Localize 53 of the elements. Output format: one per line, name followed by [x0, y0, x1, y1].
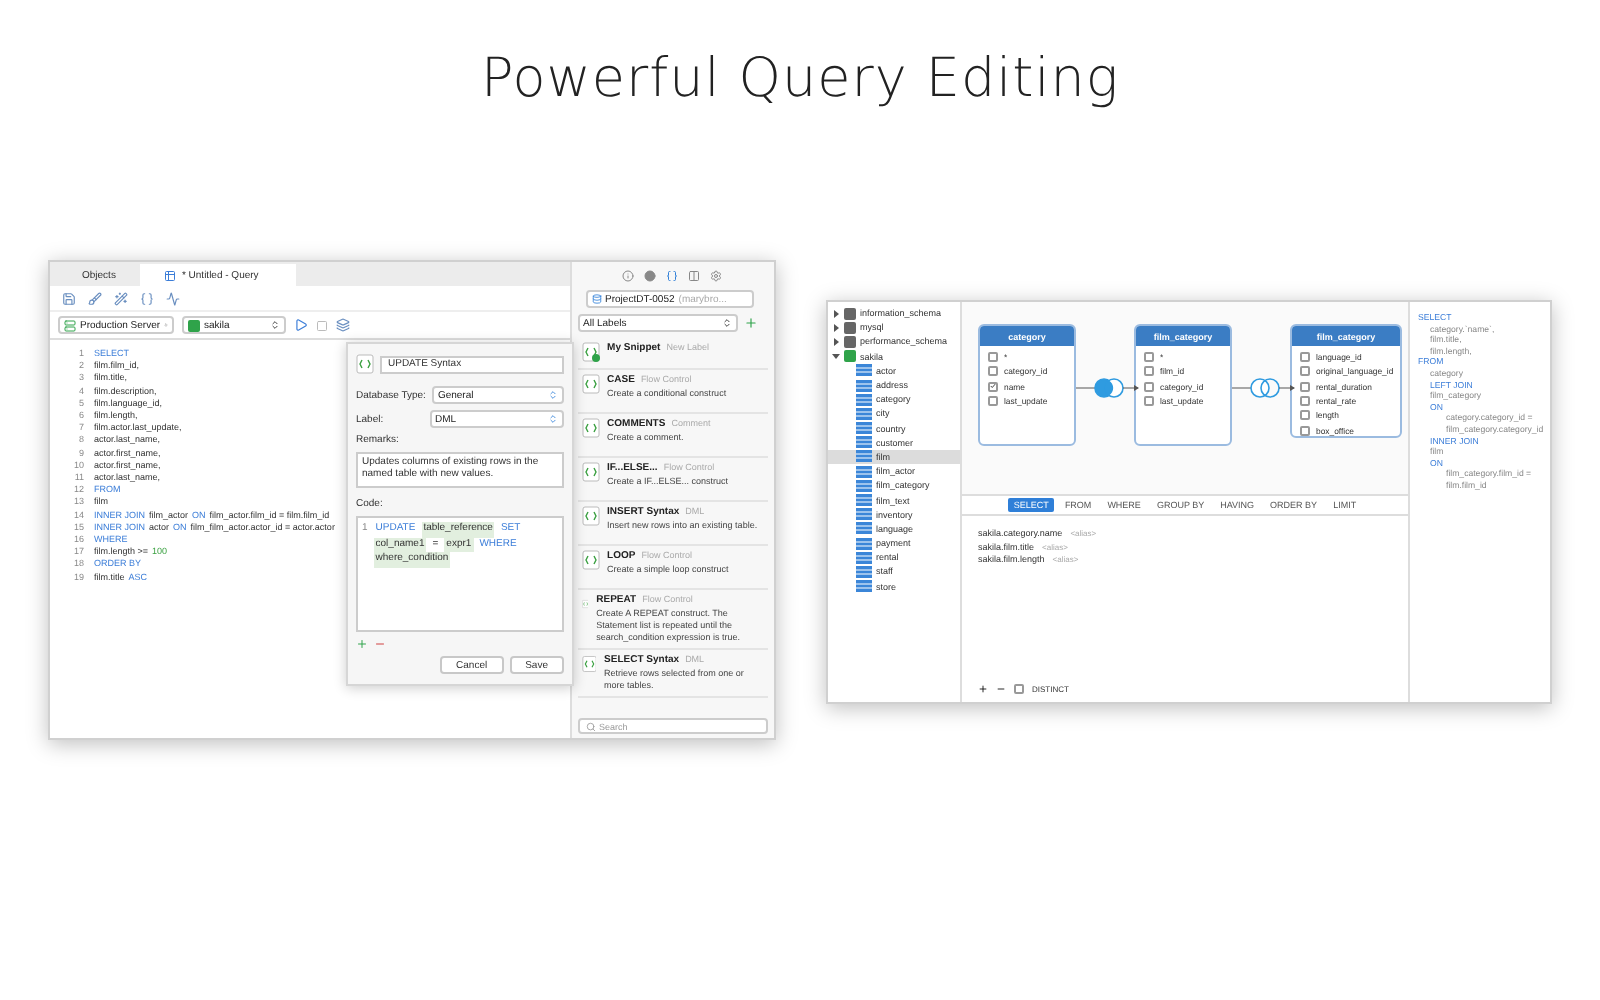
column-checkbox[interactable]	[1144, 366, 1154, 377]
column-checkbox[interactable]	[988, 396, 998, 407]
settings-icon[interactable]	[710, 270, 723, 282]
info-icon[interactable]	[622, 270, 635, 282]
snippet-icon	[581, 506, 600, 526]
column-checkbox[interactable]	[988, 366, 998, 377]
project-icon	[591, 294, 602, 304]
add-icon[interactable]	[978, 683, 988, 693]
remove-icon[interactable]	[374, 638, 386, 650]
distinct-checkbox[interactable]	[1014, 683, 1024, 693]
column-checkbox[interactable]	[1144, 396, 1154, 407]
stop-icon[interactable]	[316, 319, 328, 331]
snippet-icon	[581, 374, 600, 394]
wand-icon[interactable]	[114, 291, 128, 305]
circle-icon[interactable]	[644, 270, 657, 282]
headline: Powerful Query Editing	[480, 48, 1120, 112]
column-checkbox[interactable]	[1144, 352, 1154, 363]
column-checkbox[interactable]	[988, 352, 998, 363]
connector-line	[1232, 387, 1252, 389]
braces-icon[interactable]	[140, 291, 154, 305]
left-join-icon[interactable]	[1094, 378, 1124, 398]
server-icon	[64, 319, 76, 331]
remove-icon[interactable]	[996, 683, 1006, 693]
search-icon	[585, 721, 596, 731]
expanded-caret-icon[interactable]	[832, 352, 840, 361]
column-checkbox[interactable]	[1300, 366, 1310, 377]
columns-icon[interactable]	[688, 270, 701, 282]
snippet-icon	[581, 550, 600, 570]
snippet-icon	[581, 654, 597, 674]
column-checkbox[interactable]	[1300, 410, 1310, 421]
connector-line	[1076, 387, 1096, 389]
database-icon	[188, 319, 200, 331]
column-checkbox[interactable]	[1144, 381, 1154, 392]
query-icon	[163, 269, 176, 281]
layers-icon[interactable]	[336, 318, 350, 332]
column-checkbox[interactable]	[1300, 425, 1310, 436]
explain-icon[interactable]	[166, 291, 180, 305]
snippet-icon	[356, 354, 374, 374]
snippet-icon	[581, 462, 600, 482]
column-checkbox[interactable]	[988, 381, 998, 392]
inner-join-icon[interactable]	[1250, 378, 1280, 398]
add-label-icon[interactable]	[743, 316, 758, 330]
braces-icon[interactable]	[666, 270, 679, 282]
brush-icon[interactable]	[88, 291, 102, 305]
snippet-icon	[581, 418, 600, 438]
run-icon[interactable]	[294, 318, 308, 332]
save-icon[interactable]	[62, 291, 76, 305]
connector-arrow	[1278, 385, 1295, 391]
column-checkbox[interactable]	[1300, 381, 1310, 392]
column-checkbox[interactable]	[1300, 352, 1310, 363]
connector-arrow	[1122, 385, 1139, 391]
column-checkbox[interactable]	[1300, 396, 1310, 407]
snippet-saved-icon	[581, 342, 600, 362]
